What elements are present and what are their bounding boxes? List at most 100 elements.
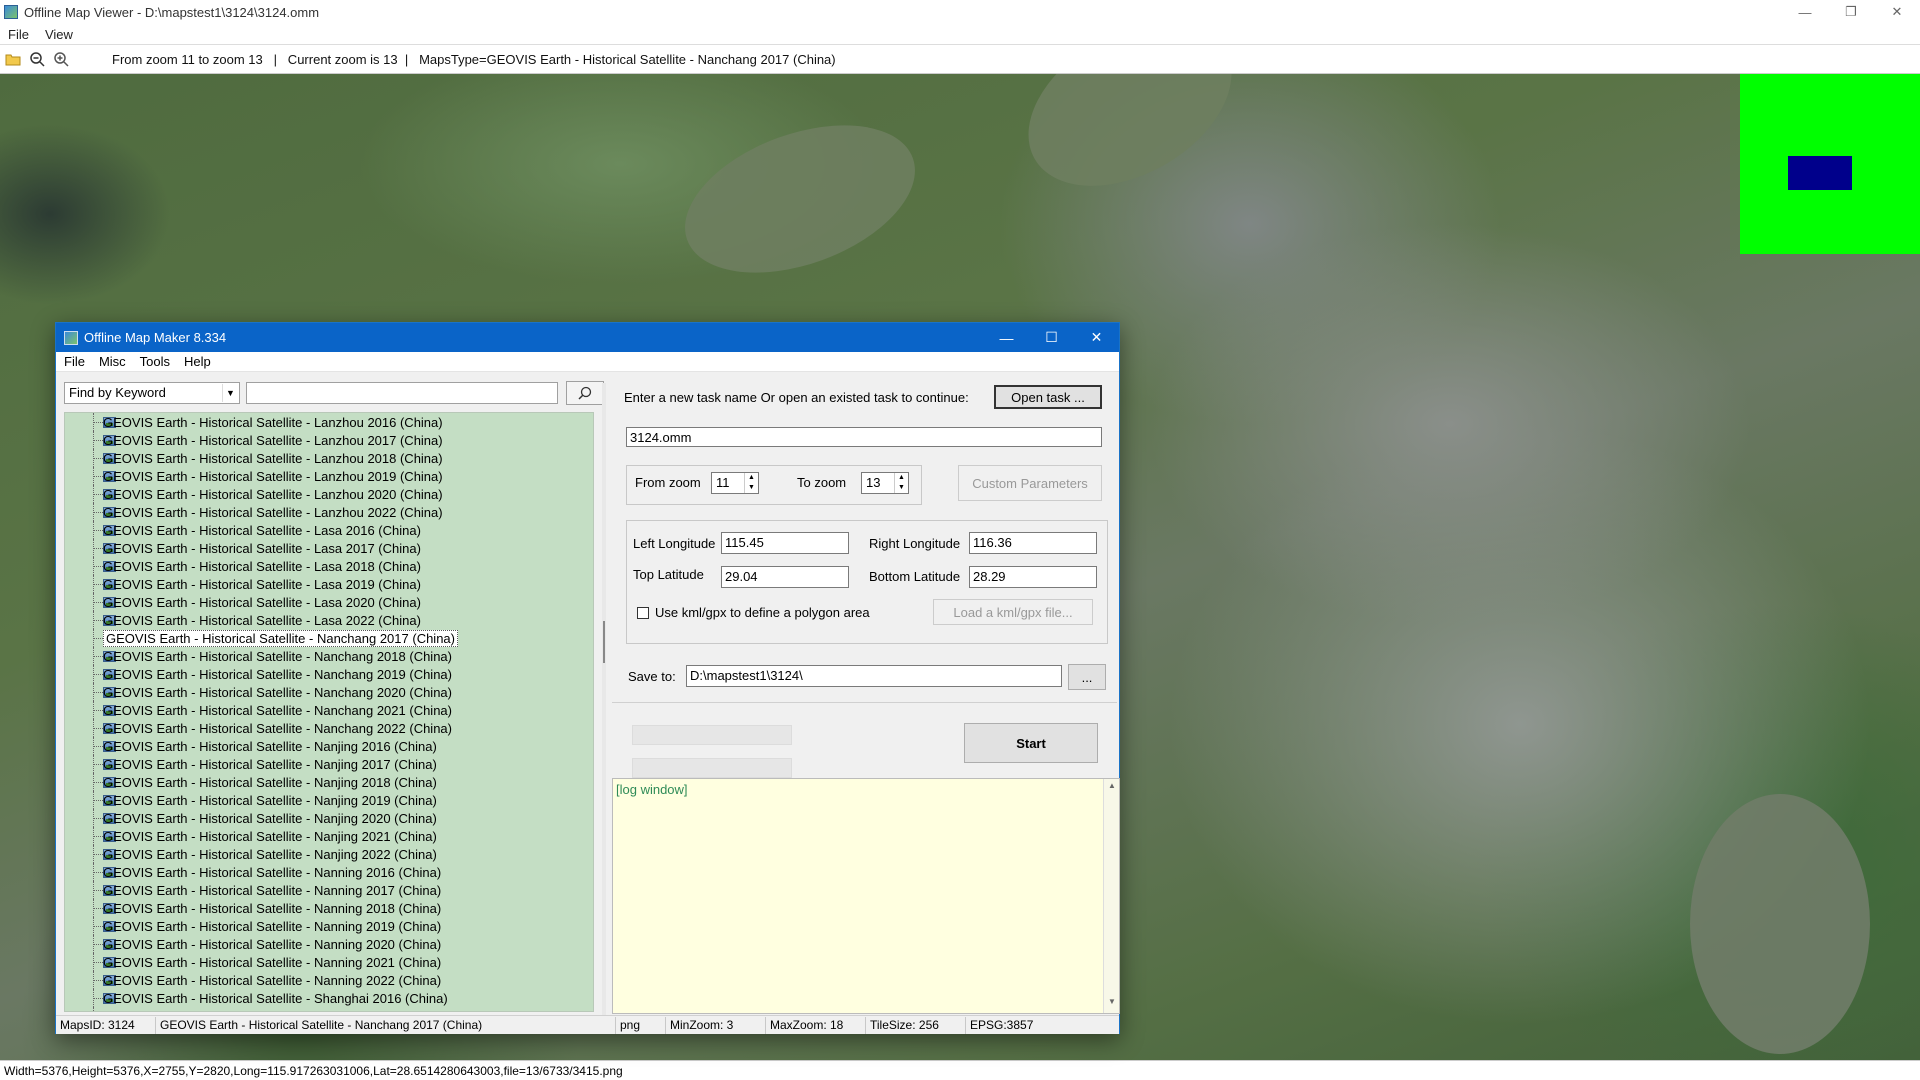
map-list-item-label: GEOVIS Earth - Historical Satellite - La… [103, 468, 443, 484]
open-task-button[interactable]: Open task ... [994, 385, 1102, 409]
save-to-input[interactable]: D:\mapstest1\3124\ [686, 665, 1062, 687]
pane-splitter[interactable] [602, 383, 606, 1019]
minimize-icon[interactable]: — [1782, 0, 1828, 24]
scroll-down-icon[interactable]: ▼ [1104, 997, 1120, 1011]
map-list-item[interactable]: GEOVIS Earth - Historical Satellite - Na… [65, 863, 593, 881]
map-list-item[interactable]: GEOVIS Earth - Historical Satellite - Na… [65, 935, 593, 953]
divider [612, 702, 1117, 703]
map-list-item[interactable]: GEOVIS Earth - Historical Satellite - Na… [65, 881, 593, 899]
map-list-item[interactable]: GEOVIS Earth - Historical Satellite - La… [65, 503, 593, 521]
status-max-zoom: MaxZoom: 18 [766, 1016, 866, 1034]
river-area [665, 96, 935, 302]
map-list-item-label: GEOVIS Earth - Historical Satellite - Na… [103, 810, 437, 826]
map-list-item[interactable]: GEOVIS Earth - Historical Satellite - Na… [65, 719, 593, 737]
app-icon [4, 5, 18, 19]
kml-label: Use kml/gpx to define a polygon area [655, 605, 870, 620]
map-list-item-label: GEOVIS Earth - Historical Satellite - Na… [103, 738, 437, 754]
from-zoom-label: From zoom [635, 475, 701, 490]
zoom-in-icon[interactable] [50, 48, 72, 70]
dialog-title: Offline Map Maker 8.334 [84, 330, 227, 345]
map-list-item[interactable]: GEOVIS Earth - Historical Satellite - Na… [65, 809, 593, 827]
map-list-item[interactable]: GEOVIS Earth - Historical Satellite - Na… [65, 899, 593, 917]
map-list-item-label: GEOVIS Earth - Historical Satellite - Na… [103, 954, 442, 970]
viewer-menubar: File View [0, 24, 1920, 44]
left-longitude-input[interactable]: 115.45 [721, 532, 849, 554]
map-list-item-label: GEOVIS Earth - Historical Satellite - La… [103, 558, 421, 574]
search-button[interactable] [566, 381, 604, 405]
map-list-item[interactable]: GEOVIS Earth - Historical Satellite - Na… [65, 971, 593, 989]
find-mode-select[interactable]: Find by Keyword ▼ [64, 382, 240, 404]
map-list-item[interactable]: GEOVIS Earth - Historical Satellite - La… [65, 593, 593, 611]
map-list-item[interactable]: GEOVIS Earth - Historical Satellite - Na… [65, 917, 593, 935]
search-icon [578, 386, 592, 400]
map-list-item[interactable]: GEOVIS Earth - Historical Satellite - Na… [65, 683, 593, 701]
task-name-input[interactable]: 3124.omm [626, 427, 1102, 447]
map-list-item[interactable]: GEOVIS Earth - Historical Satellite - La… [65, 557, 593, 575]
map-list-item[interactable]: GEOVIS Earth - Historical Satellite - Na… [65, 791, 593, 809]
map-list-item[interactable]: GEOVIS Earth - Historical Satellite - La… [65, 539, 593, 557]
overview-map[interactable] [1740, 74, 1920, 254]
top-latitude-label: Top Latitude [633, 567, 704, 582]
custom-parameters-button[interactable]: Custom Parameters [958, 465, 1102, 501]
map-list-item[interactable]: GEOVIS Earth - Historical Satellite - La… [65, 431, 593, 449]
task-prompt: Enter a new task name Or open an existed… [624, 390, 969, 405]
dialog-menu-tools[interactable]: Tools [132, 354, 176, 369]
map-list-item-label: GEOVIS Earth - Historical Satellite - Na… [103, 882, 442, 898]
map-list-item[interactable]: GEOVIS Earth - Historical Satellite - Na… [65, 665, 593, 683]
map-list-item[interactable]: GEOVIS Earth - Historical Satellite - La… [65, 413, 593, 431]
right-longitude-input[interactable]: 116.36 [969, 532, 1097, 554]
map-list-item[interactable]: GEOVIS Earth - Historical Satellite - Na… [65, 629, 593, 647]
map-list-item[interactable]: GEOVIS Earth - Historical Satellite - Na… [65, 845, 593, 863]
map-list-item-label: GEOVIS Earth - Historical Satellite - Na… [103, 828, 437, 844]
map-type-tree[interactable]: GEOVIS Earth - Historical Satellite - La… [64, 412, 594, 1012]
map-list-item[interactable]: GEOVIS Earth - Historical Satellite - Na… [65, 773, 593, 791]
map-list-item[interactable]: GEOVIS Earth - Historical Satellite - Sh… [65, 1007, 593, 1012]
scroll-up-icon[interactable]: ▲ [1104, 781, 1120, 795]
viewer-statusbar: Width=5376,Height=5376,X=2755,Y=2820,Lon… [0, 1060, 1920, 1080]
map-list-item[interactable]: GEOVIS Earth - Historical Satellite - La… [65, 575, 593, 593]
restore-icon[interactable]: ❐ [1828, 0, 1874, 24]
dialog-menu-misc[interactable]: Misc [91, 354, 132, 369]
spinner-arrows-icon[interactable]: ▲ ▼ [744, 473, 758, 493]
open-folder-icon[interactable] [2, 48, 24, 70]
keyword-input[interactable] [246, 382, 558, 404]
map-list-item-label: GEOVIS Earth - Historical Satellite - Sh… [103, 1009, 448, 1012]
log-window[interactable]: [log window] ▲ ▼ [612, 778, 1120, 1014]
menu-view[interactable]: View [37, 27, 81, 42]
map-list-item[interactable]: GEOVIS Earth - Historical Satellite - La… [65, 467, 593, 485]
map-list-item[interactable]: GEOVIS Earth - Historical Satellite - La… [65, 611, 593, 629]
dialog-menu-help[interactable]: Help [176, 354, 217, 369]
minimize-icon[interactable]: — [984, 323, 1029, 352]
map-list-item[interactable]: GEOVIS Earth - Historical Satellite - Na… [65, 953, 593, 971]
top-latitude-input[interactable]: 29.04 [721, 566, 849, 588]
status-min-zoom: MinZoom: 3 [666, 1016, 766, 1034]
close-icon[interactable]: ✕ [1874, 0, 1920, 24]
map-list-item[interactable]: GEOVIS Earth - Historical Satellite - Sh… [65, 989, 593, 1007]
zoom-out-icon[interactable] [26, 48, 48, 70]
map-list-item[interactable]: GEOVIS Earth - Historical Satellite - Na… [65, 737, 593, 755]
start-button[interactable]: Start [964, 723, 1098, 763]
menu-file[interactable]: File [0, 27, 37, 42]
map-list-item[interactable]: GEOVIS Earth - Historical Satellite - Na… [65, 647, 593, 665]
map-list-item[interactable]: GEOVIS Earth - Historical Satellite - Na… [65, 755, 593, 773]
splitter-grip[interactable] [603, 621, 605, 663]
map-list-item[interactable]: GEOVIS Earth - Historical Satellite - La… [65, 485, 593, 503]
map-list-item[interactable]: GEOVIS Earth - Historical Satellite - La… [65, 449, 593, 467]
kml-checkbox[interactable] [637, 607, 649, 619]
maximize-icon[interactable]: ☐ [1029, 323, 1074, 352]
chevron-down-icon[interactable]: ▼ [222, 384, 238, 402]
map-list-item[interactable]: GEOVIS Earth - Historical Satellite - La… [65, 521, 593, 539]
overview-viewport[interactable] [1788, 156, 1852, 190]
load-kml-button[interactable]: Load a kml/gpx file... [933, 599, 1093, 625]
to-zoom-spinner[interactable]: 13 ▲ ▼ [861, 472, 909, 494]
bottom-latitude-input[interactable]: 28.29 [969, 566, 1097, 588]
map-list-item[interactable]: GEOVIS Earth - Historical Satellite - Na… [65, 701, 593, 719]
map-list-item-label: GEOVIS Earth - Historical Satellite - La… [103, 540, 421, 556]
browse-button[interactable]: ... [1068, 664, 1106, 690]
log-scrollbar[interactable]: ▲ ▼ [1103, 779, 1119, 1013]
spinner-arrows-icon[interactable]: ▲ ▼ [894, 473, 908, 493]
close-icon[interactable]: ✕ [1074, 323, 1119, 352]
map-list-item[interactable]: GEOVIS Earth - Historical Satellite - Na… [65, 827, 593, 845]
from-zoom-spinner[interactable]: 11 ▲ ▼ [711, 472, 759, 494]
dialog-menu-file[interactable]: File [56, 354, 91, 369]
